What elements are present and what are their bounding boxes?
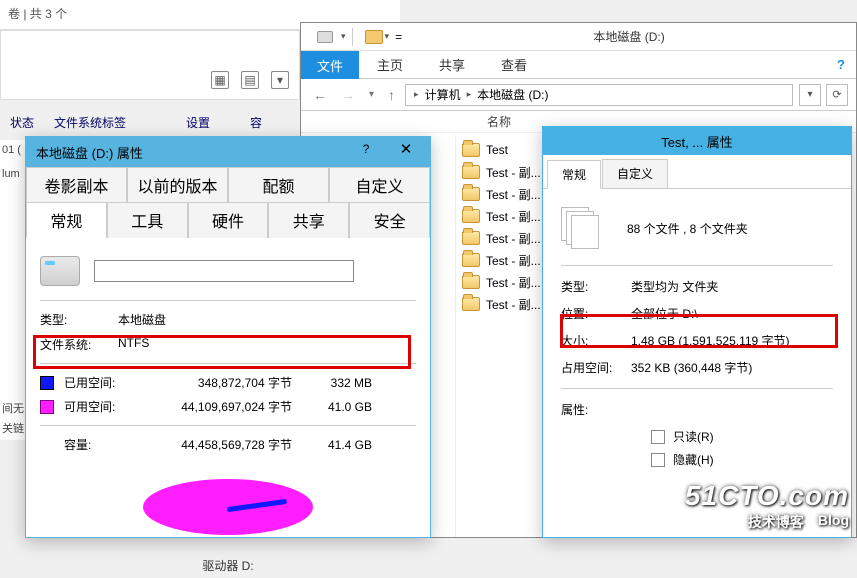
label2-location: 位置: xyxy=(561,305,631,322)
tab-home[interactable]: 主页 xyxy=(359,50,421,79)
value-type: 本地磁盘 xyxy=(118,311,166,328)
folder-icon xyxy=(462,143,480,157)
value-used-h: 332 MB xyxy=(292,376,372,390)
drive-properties-dialog: 本地磁盘 (D:) 属性 ? ✕ 卷影副本 以前的版本 配额 自定义 常规 工具… xyxy=(25,136,431,538)
nav-back-icon[interactable]: ← xyxy=(309,87,331,103)
bg-toolbar: ▦ ▤ ▾ xyxy=(0,30,300,100)
value-fs: NTFS xyxy=(118,336,149,353)
tab-shadow-copies[interactable]: 卷影副本 xyxy=(26,167,127,202)
label-free: 可用空间: xyxy=(64,398,132,415)
value-cap-h: 41.4 GB xyxy=(292,438,372,452)
path-drive[interactable]: 本地磁盘 (D:) xyxy=(475,86,550,103)
drive-icon xyxy=(40,256,80,286)
drive-label-input[interactable] xyxy=(94,260,354,282)
tab2-general[interactable]: 常规 xyxy=(547,160,601,189)
folder-properties-dialog: Test, ... 属性 常规 自定义 88 个文件 , 8 个文件夹 类型:类… xyxy=(542,126,852,538)
value-free-bytes: 44,109,697,024 字节 xyxy=(132,398,292,415)
refresh-icon[interactable]: ⟳ xyxy=(826,84,848,106)
value2-type: 类型均为 文件夹 xyxy=(631,278,718,295)
label-hidden: 隐藏(H) xyxy=(673,451,714,468)
label-readonly: 只读(R) xyxy=(673,428,714,445)
explorer-title: 本地磁盘 (D:) xyxy=(402,28,856,45)
folder-icon xyxy=(462,165,480,179)
folder-mini-icon xyxy=(365,30,383,44)
checkbox-readonly[interactable] xyxy=(651,430,665,444)
nav-history-icon[interactable]: ▾ xyxy=(365,89,378,100)
bg-col-state[interactable]: 状态 xyxy=(0,110,44,135)
value2-ondisk: 352 KB (360,448 字节) xyxy=(631,359,752,376)
label2-ondisk: 占用空间: xyxy=(561,359,631,376)
tab-security[interactable]: 安全 xyxy=(349,202,430,238)
value-free-h: 41.0 GB xyxy=(292,400,372,414)
tab-view[interactable]: 查看 xyxy=(483,50,545,79)
dialog2-titlebar[interactable]: Test, ... 属性 xyxy=(543,127,851,155)
value-cap-bytes: 44,458,569,728 字节 xyxy=(132,436,292,453)
qat-dropdown2-icon[interactable]: ▾ xyxy=(385,31,390,42)
pie-caption: 驱动器 D: xyxy=(40,557,416,574)
qat-dropdown-icon[interactable]: ▾ xyxy=(341,31,346,42)
bg-dropdown-icon[interactable]: ▾ xyxy=(271,71,289,89)
checkbox-hidden[interactable] xyxy=(651,453,665,467)
bg-tile-icon[interactable]: ▦ xyxy=(211,71,229,89)
label2-size: 大小: xyxy=(561,332,631,349)
tab-previous-versions[interactable]: 以前的版本 xyxy=(127,167,228,202)
bg-column-headers: 状态 文件系统标签 设置 容 xyxy=(0,110,300,135)
tab-file[interactable]: 文件 xyxy=(301,51,359,79)
tab-customize[interactable]: 自定义 xyxy=(329,167,430,202)
nav-up-icon[interactable]: ↑ xyxy=(384,87,399,103)
capacity-row: 容量: 44,458,569,728 字节 41.4 GB xyxy=(40,436,416,453)
summary-count: 88 个文件 , 8 个文件夹 xyxy=(627,220,748,237)
help-button[interactable]: ? xyxy=(346,137,386,161)
tab-sharing[interactable]: 共享 xyxy=(268,202,349,238)
nav-fwd-icon[interactable]: → xyxy=(337,87,359,103)
explorer-titlebar[interactable]: ▾ ▾ = 本地磁盘 (D:) xyxy=(301,23,856,51)
used-space-row: 已用空间: 348,872,704 字节 332 MB xyxy=(40,374,416,391)
tab2-customize[interactable]: 自定义 xyxy=(602,159,668,188)
label-used: 已用空间: xyxy=(64,374,132,391)
free-swatch-icon xyxy=(40,400,54,414)
free-space-row: 可用空间: 44,109,697,024 字节 41.0 GB xyxy=(40,398,416,415)
address-history-icon[interactable]: ▾ xyxy=(799,84,821,106)
label-capacity: 容量: xyxy=(64,436,132,453)
bg-col-capacity[interactable]: 容 xyxy=(240,110,272,135)
value2-size: 1.48 GB (1,591,525,119 字节) xyxy=(631,332,790,349)
bg-col-settings[interactable]: 设置 xyxy=(176,110,220,135)
folder-icon xyxy=(462,231,480,245)
label2-type: 类型: xyxy=(561,278,631,295)
folder-icon xyxy=(462,275,480,289)
label-type: 类型: xyxy=(40,311,118,328)
close-button[interactable]: ✕ xyxy=(386,137,426,161)
dialog-title: 本地磁盘 (D:) 属性 xyxy=(36,143,143,162)
bg-col-fslabel[interactable]: 文件系统标签 xyxy=(44,110,136,135)
tab-quota[interactable]: 配额 xyxy=(228,167,329,202)
label2-attributes: 属性: xyxy=(561,401,631,418)
multi-file-icon xyxy=(561,207,601,249)
path-computer[interactable]: 计算机 xyxy=(423,86,463,103)
tab-tools[interactable]: 工具 xyxy=(107,202,188,238)
used-swatch-icon xyxy=(40,376,54,390)
address-bar[interactable]: ▸ 计算机 ▸ 本地磁盘 (D:) xyxy=(405,84,793,106)
pie-chart: 驱动器 D: xyxy=(40,479,416,574)
tab-strip: 卷影副本 以前的版本 配额 自定义 常规 工具 硬件 共享 安全 xyxy=(26,167,430,238)
value2-location: 全部位于 D:\ xyxy=(631,305,698,322)
col-name[interactable]: 名称 xyxy=(481,113,517,130)
dialog2-title: Test, ... 属性 xyxy=(661,132,733,151)
tab-general[interactable]: 常规 xyxy=(26,202,107,238)
bg-list-icon[interactable]: ▤ xyxy=(241,71,259,89)
dialog2-tab-strip: 常规 自定义 xyxy=(543,155,851,189)
help-icon[interactable]: ? xyxy=(826,57,856,72)
folder-icon xyxy=(462,209,480,223)
value-used-bytes: 348,872,704 字节 xyxy=(132,374,292,391)
tab-hardware[interactable]: 硬件 xyxy=(188,202,269,238)
folder-icon xyxy=(462,187,480,201)
drive-mini-icon xyxy=(317,31,333,43)
ribbon-tabs: 文件 主页 共享 查看 ? xyxy=(301,51,856,79)
folder-icon xyxy=(462,253,480,267)
nav-bar: ← → ▾ ↑ ▸ 计算机 ▸ 本地磁盘 (D:) ▾ ⟳ xyxy=(301,79,856,111)
tab-share[interactable]: 共享 xyxy=(421,50,483,79)
label-fs: 文件系统: xyxy=(40,336,118,353)
dialog-titlebar[interactable]: 本地磁盘 (D:) 属性 ? ✕ xyxy=(26,137,430,167)
folder-icon xyxy=(462,297,480,311)
